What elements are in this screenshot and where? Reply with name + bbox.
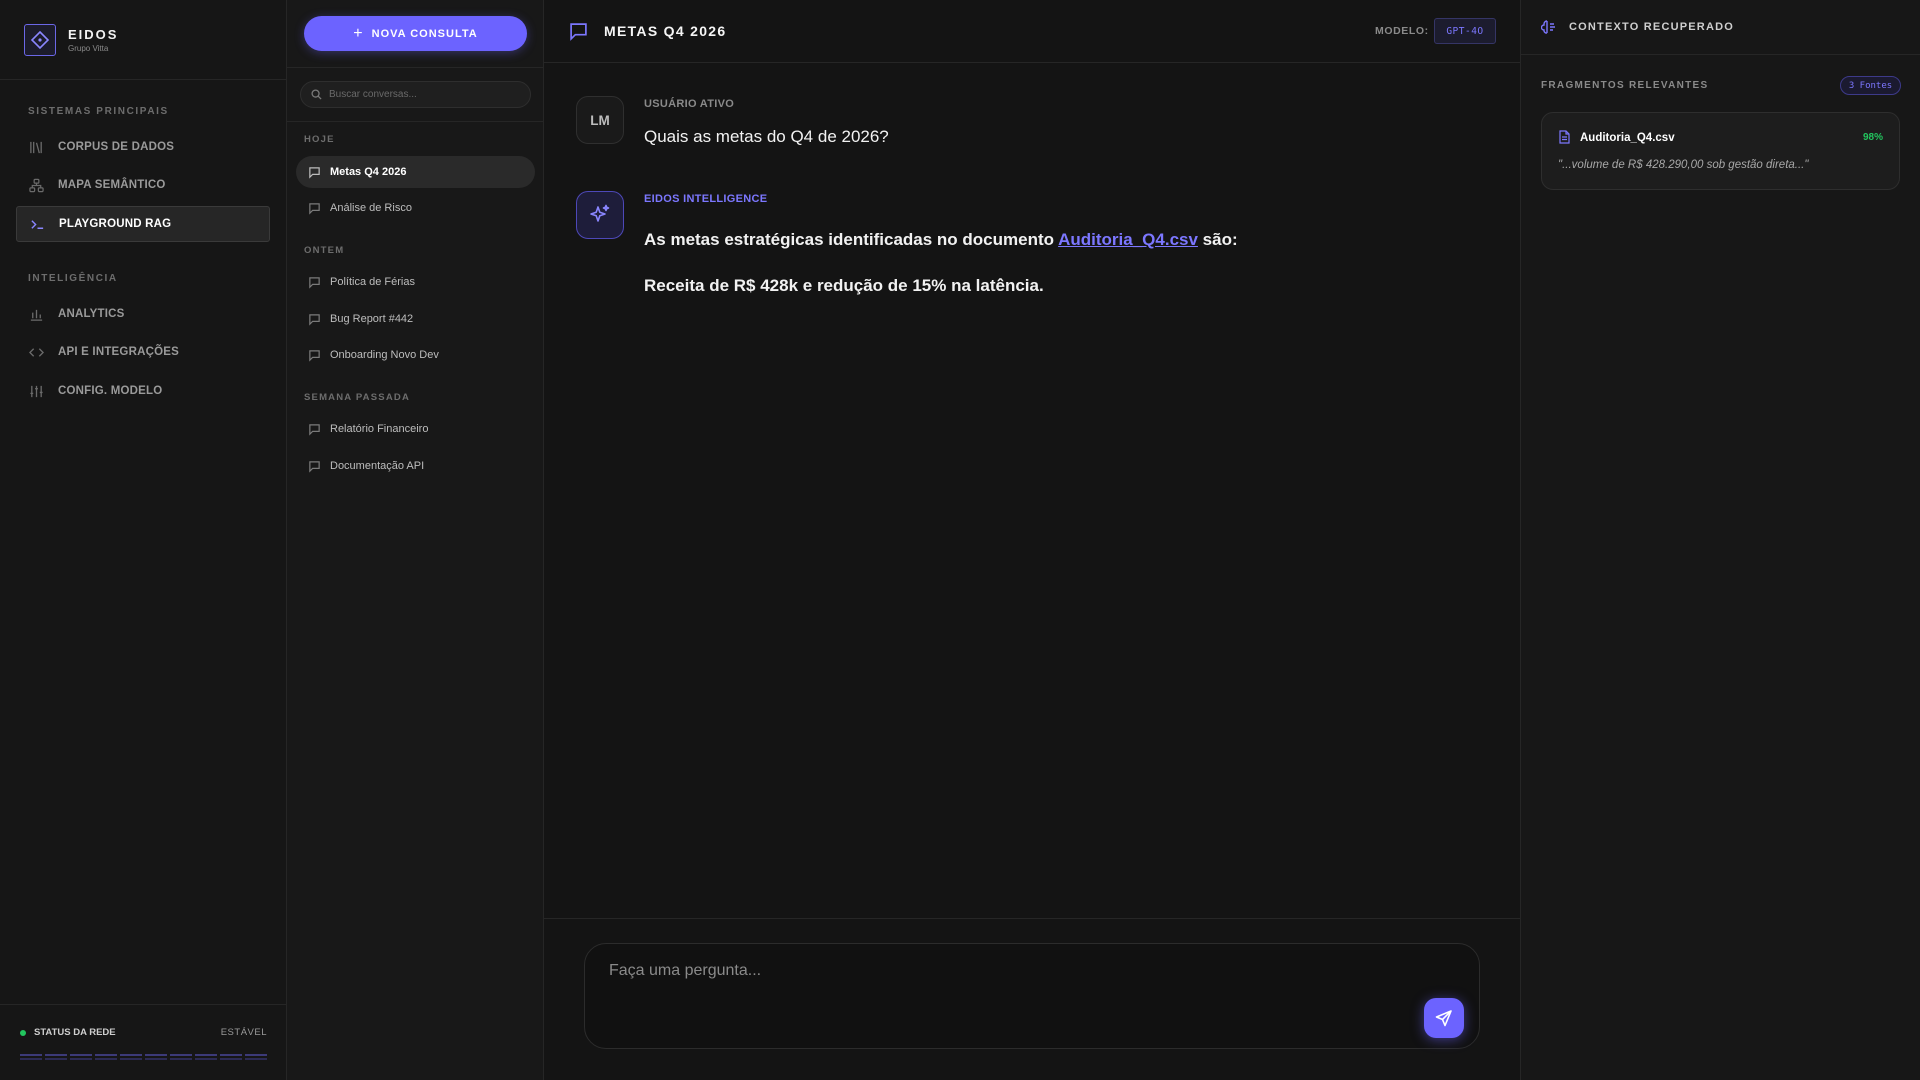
search-input[interactable] — [329, 89, 519, 100]
nav-item-label: PLAYGROUND RAG — [59, 218, 172, 230]
bar-chart-icon — [28, 306, 44, 322]
chat-bubble-icon — [569, 22, 588, 46]
conversation-item[interactable]: Metas Q4 2026 — [296, 156, 535, 188]
ai-avatar — [576, 191, 624, 239]
terminal-icon — [29, 216, 45, 232]
conversation-item[interactable]: Onboarding Novo Dev — [296, 339, 535, 371]
user-message-author: USUÁRIO ATIVO — [644, 98, 735, 110]
code-icon — [28, 344, 44, 360]
sparkle-icon — [588, 203, 612, 227]
search-icon — [311, 89, 322, 100]
conversation-label: Análise de Risco — [330, 202, 412, 214]
conversations-panel: + NOVA CONSULTA HOJE Metas Q4 2026 Análi… — [287, 0, 544, 1080]
brand-name: EIDOS — [68, 26, 119, 42]
chat-bubble-icon — [308, 349, 321, 362]
network-icon — [28, 177, 44, 193]
conversation-label: Relatório Financeiro — [330, 423, 429, 435]
chat-bubble-icon — [308, 460, 321, 473]
send-button[interactable] — [1424, 998, 1464, 1038]
new-query-label: NOVA CONSULTA — [371, 27, 478, 40]
chat-bubble-icon — [308, 166, 321, 179]
new-query-button[interactable]: + NOVA CONSULTA — [304, 16, 527, 51]
source-name: Auditoria_Q4.csv — [1580, 132, 1675, 144]
context-panel: CONTEXTO RECUPERADO FRAGMENTOS RELEVANTE… — [1520, 0, 1920, 1080]
conversation-label: Política de Férias — [330, 276, 415, 288]
conversation-item[interactable]: Análise de Risco — [296, 192, 535, 224]
network-status: STATUS DA REDE ESTÁVEL — [0, 1004, 287, 1080]
conversation-item[interactable]: Política de Férias — [296, 266, 535, 298]
fragments-count-badge: 3 Fontes — [1840, 76, 1901, 95]
source-score: 98% — [1862, 132, 1883, 143]
nav-item-mapa-semantico[interactable]: MAPA SEMÂNTICO — [16, 167, 270, 203]
group-today: HOJE — [304, 134, 335, 145]
chat-bubble-icon — [308, 423, 321, 436]
source-card[interactable]: Auditoria_Q4.csv 98% "...volume de R$ 42… — [1541, 112, 1900, 190]
group-yesterday: ONTEM — [304, 245, 345, 256]
brain-icon — [1540, 19, 1557, 40]
conversation-item[interactable]: Bug Report #442 — [296, 303, 535, 335]
user-message-text: Quais as metas do Q4 de 2026? — [644, 127, 889, 146]
model-selector[interactable]: GPT-4O — [1434, 18, 1496, 44]
nav-item-api[interactable]: API E INTEGRAÇÕES — [16, 334, 270, 370]
nav-section-intel: INTELIGÊNCIA — [28, 273, 118, 284]
eidos-logo-icon[interactable] — [24, 23, 56, 56]
plus-icon: + — [353, 24, 364, 42]
conversation-item[interactable]: Documentação API — [296, 450, 535, 482]
ai-message-line1: As metas estratégicas identificadas no d… — [644, 230, 1238, 250]
chat-main: METAS Q4 2026 MODELO: GPT-4O LM USUÁRIO … — [544, 0, 1520, 1080]
network-status-label: STATUS DA REDE — [34, 1027, 116, 1038]
nav-item-label: CORPUS DE DADOS — [58, 141, 175, 153]
nav-item-config-modelo[interactable]: CONFIG. MODELO — [16, 373, 270, 409]
network-status-value: ESTÁVEL — [220, 1027, 267, 1038]
question-input[interactable] — [609, 962, 1389, 1022]
status-dot-icon — [20, 1029, 26, 1036]
model-label: MODELO: — [1375, 25, 1429, 37]
conversation-search[interactable] — [300, 81, 531, 108]
group-last-week: SEMANA PASSADA — [304, 392, 411, 403]
nav-item-label: MAPA SEMÂNTICO — [58, 179, 166, 191]
main-sidebar: EIDOS Grupo Vitta SISTEMAS PRINCIPAIS CO… — [0, 0, 287, 1080]
nav-item-corpus[interactable]: CORPUS DE DADOS — [16, 129, 270, 165]
conversation-label: Documentação API — [330, 460, 425, 472]
ai-message-line2: Receita de R$ 428k e redução de 15% na l… — [644, 276, 1044, 295]
conversation-item[interactable]: Relatório Financeiro — [296, 413, 535, 445]
context-title: CONTEXTO RECUPERADO — [1569, 21, 1734, 33]
conversation-label: Onboarding Novo Dev — [330, 349, 439, 361]
nav-item-analytics[interactable]: ANALYTICS — [16, 296, 270, 332]
chat-title: METAS Q4 2026 — [604, 23, 727, 39]
nav-item-label: CONFIG. MODELO — [58, 385, 163, 397]
brand-header: EIDOS Grupo Vitta — [0, 0, 286, 80]
ai-text-after: são: — [1202, 230, 1238, 249]
library-icon — [28, 139, 44, 155]
composer-area — [544, 918, 1520, 1080]
nav-section-main: SISTEMAS PRINCIPAIS — [28, 106, 169, 117]
nav-item-label: ANALYTICS — [58, 308, 125, 320]
brand-subtitle: Grupo Vitta — [68, 43, 109, 53]
nav-item-label: API E INTEGRAÇÕES — [58, 346, 179, 358]
chat-header: METAS Q4 2026 MODELO: GPT-4O — [544, 0, 1520, 63]
send-icon — [1435, 1009, 1453, 1027]
context-header: CONTEXTO RECUPERADO — [1521, 0, 1920, 55]
network-activity-bars — [20, 1054, 267, 1060]
user-avatar: LM — [576, 96, 624, 144]
ai-text-before: As metas estratégicas identificadas no d… — [644, 230, 1055, 249]
chat-bubble-icon — [308, 202, 321, 215]
nav-item-playground-rag[interactable]: PLAYGROUND RAG — [16, 206, 270, 242]
conversation-label: Bug Report #442 — [330, 313, 414, 325]
composer — [584, 943, 1480, 1049]
source-quote: "...volume de R$ 428.290,00 sob gestão d… — [1558, 159, 1809, 171]
conversation-label: Metas Q4 2026 — [330, 166, 407, 178]
chat-bubble-icon — [308, 313, 321, 326]
chat-bubble-icon — [308, 276, 321, 289]
document-link[interactable]: Auditoria_Q4.csv — [1058, 230, 1198, 249]
sliders-icon — [28, 383, 44, 399]
file-text-icon — [1558, 130, 1571, 149]
fragments-label: FRAGMENTOS RELEVANTES — [1541, 80, 1709, 91]
ai-message-author: EIDOS INTELLIGENCE — [644, 193, 768, 205]
